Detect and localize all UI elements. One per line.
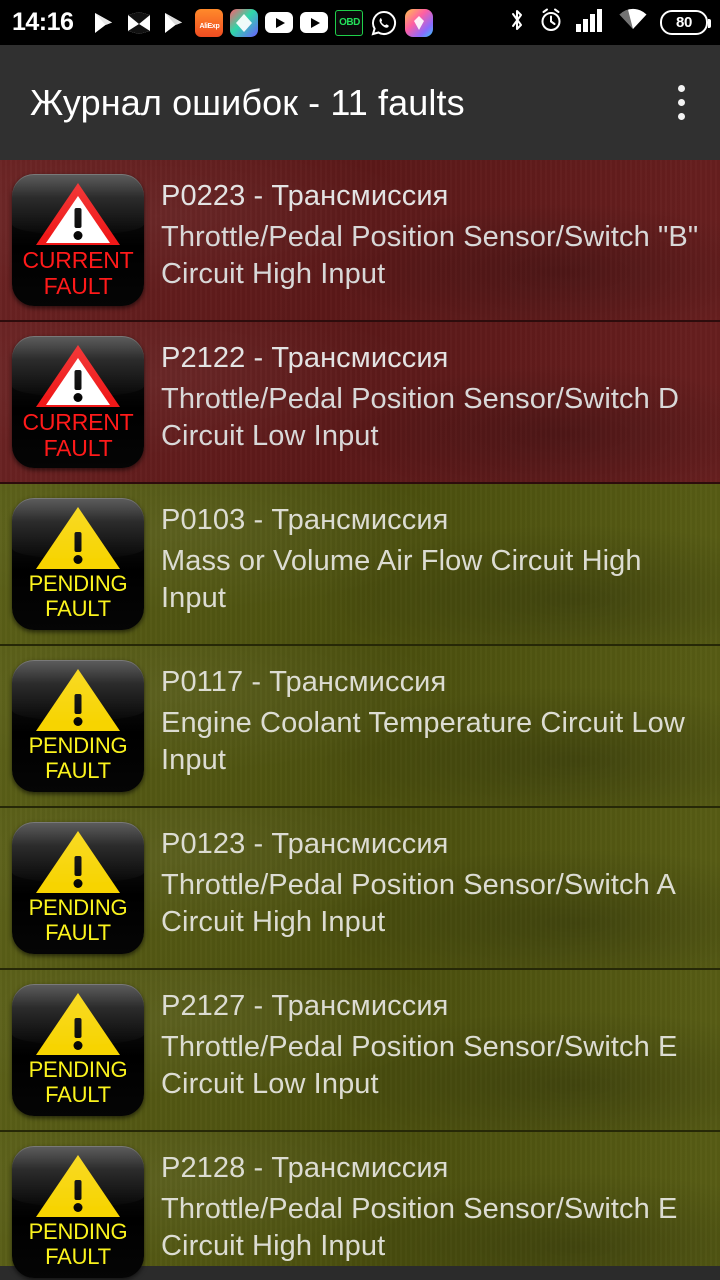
fault-text: P0117 - Трансмиссия Engine Coolant Temper… (144, 660, 706, 780)
badge-label-line1: PENDING (28, 733, 128, 758)
badge-label-line1: PENDING (28, 571, 128, 596)
pending-fault-badge: PENDING FAULT (12, 660, 144, 792)
fault-description: Throttle/Pedal Position Sensor/Switch A … (161, 868, 675, 939)
gmail-icon (125, 9, 153, 37)
exclamation-bar (74, 370, 82, 390)
exclamation-bar (74, 1018, 82, 1038)
fault-row[interactable]: PENDING FAULT P0117 - Трансмиссия Engine Co… (0, 646, 720, 808)
fault-description: Engine Coolant Temperature Circuit Low I… (161, 706, 685, 777)
status-clock: 14:16 (12, 8, 74, 36)
warning-triangle-icon (36, 831, 120, 893)
fault-code: P2122 - Трансмиссия (161, 342, 449, 374)
warning-triangle-icon (36, 1155, 120, 1217)
overflow-dot-2 (677, 99, 685, 106)
badge-label-line1: CURRENT (22, 247, 134, 273)
fault-code: P2127 - Трансмиссия (161, 990, 449, 1022)
fault-row[interactable]: CURRENT FAULT P0223 - Трансмиссия Throttle/… (0, 160, 720, 322)
status-bar-left: 14:16 AliExp OBD (12, 8, 434, 37)
phone-screen: 14:16 AliExp OBD 80 Журнал ошибок - 11 f… (0, 0, 720, 1280)
fault-description: Throttle/Pedal Position Sensor/Switch "B… (161, 220, 699, 291)
pending-fault-badge: PENDING FAULT (12, 498, 144, 630)
obd-icon: OBD (335, 9, 364, 36)
fault-description: Throttle/Pedal Position Sensor/Switch E … (161, 1030, 678, 1101)
overflow-dot-3 (677, 113, 685, 120)
exclamation-dot (73, 879, 83, 888)
play-store-icon-2 (160, 9, 188, 37)
app-bar: Журнал ошибок - 11 faults (0, 45, 720, 160)
battery-level: 80 (675, 14, 693, 31)
signal-icon (576, 8, 606, 37)
fault-row[interactable]: PENDING FAULT P0103 - Трансмиссия Mass or V… (0, 484, 720, 646)
fault-description: Throttle/Pedal Position Sensor/Switch E … (161, 1192, 678, 1263)
battery-icon: 80 (660, 10, 711, 35)
warning-triangle-icon (36, 345, 120, 407)
fault-text: P0123 - Трансмиссия Throttle/Pedal Positi… (144, 822, 706, 942)
overflow-dot-1 (677, 85, 685, 92)
badge-label-line2: FAULT (45, 1244, 111, 1270)
overflow-menu-icon[interactable] (664, 78, 698, 128)
fault-code: P0117 - Трансмиссия (161, 666, 447, 698)
fault-text: P0223 - Трансмиссия Throttle/Pedal Positi… (144, 174, 706, 294)
badge-label-line1: CURRENT (22, 409, 134, 435)
fault-list[interactable]: CURRENT FAULT P0223 - Трансмиссия Throttle/… (0, 160, 720, 1280)
exclamation-bar (74, 1180, 82, 1200)
badge-label-line1: PENDING (28, 1057, 128, 1082)
warning-triangle-icon (36, 183, 120, 245)
fault-description: Throttle/Pedal Position Sensor/Switch D … (161, 382, 680, 453)
badge-label-line2: FAULT (45, 920, 111, 946)
fault-text: P2127 - Трансмиссия Throttle/Pedal Positi… (144, 984, 706, 1104)
fault-description: Mass or Volume Air Flow Circuit High Inp… (161, 544, 642, 615)
wifi-icon (618, 8, 648, 37)
fault-row[interactable]: PENDING FAULT P0123 - Трансмиссия Throttle/… (0, 808, 720, 970)
fault-text: P2128 - Трансмиссия Throttle/Pedal Positi… (144, 1146, 706, 1266)
exclamation-dot (73, 717, 83, 726)
youtube-icon (265, 12, 294, 33)
exclamation-bar (74, 694, 82, 714)
exclamation-bar (74, 856, 82, 876)
current-fault-badge: CURRENT FAULT (12, 336, 144, 468)
pending-fault-badge: PENDING FAULT (12, 984, 144, 1116)
fault-row[interactable]: PENDING FAULT P2128 - Трансмиссия Throttle/… (0, 1132, 720, 1280)
badge-label-line2: FAULT (45, 758, 111, 784)
pending-fault-badge: PENDING FAULT (12, 822, 144, 954)
gallery-icon (405, 8, 434, 37)
fault-code: P0123 - Трансмиссия (161, 828, 449, 860)
warning-triangle-icon (36, 669, 120, 731)
badge-label-line2: FAULT (45, 596, 111, 622)
aliexpress-icon: AliExp (195, 8, 224, 37)
bluetooth-icon (508, 7, 526, 38)
status-bar-right: 80 (508, 7, 711, 38)
fault-row[interactable]: CURRENT FAULT P2122 - Трансмиссия Throttle/… (0, 322, 720, 484)
youtube-music-icon (300, 12, 329, 33)
fault-code: P0103 - Трансмиссия (161, 504, 449, 536)
fault-code: P0223 - Трансмиссия (161, 180, 449, 212)
badge-label-line2: FAULT (43, 435, 113, 462)
exclamation-dot (73, 1041, 83, 1050)
whatsapp-icon (370, 9, 398, 37)
page-title: Журнал ошибок - 11 faults (30, 81, 465, 123)
warning-triangle-icon (36, 507, 120, 569)
badge-label-line1: PENDING (28, 895, 128, 920)
exclamation-dot (73, 555, 83, 564)
warning-triangle-icon (36, 993, 120, 1055)
fault-code: P2128 - Трансмиссия (161, 1152, 449, 1184)
exclamation-dot (73, 1203, 83, 1212)
pending-fault-badge: PENDING FAULT (12, 1146, 144, 1278)
status-bar: 14:16 AliExp OBD 80 (0, 0, 720, 45)
fault-row[interactable]: PENDING FAULT P2127 - Трансмиссия Throttle/… (0, 970, 720, 1132)
exclamation-bar (74, 532, 82, 552)
play-store-icon (90, 9, 118, 37)
fault-text: P2122 - Трансмиссия Throttle/Pedal Positi… (144, 336, 706, 456)
badge-label-line2: FAULT (45, 1082, 111, 1108)
flow-icon (230, 8, 259, 37)
current-fault-badge: CURRENT FAULT (12, 174, 144, 306)
badge-label-line2: FAULT (43, 273, 113, 300)
exclamation-bar (74, 208, 82, 228)
badge-label-line1: PENDING (28, 1219, 128, 1244)
alarm-icon (538, 7, 564, 38)
exclamation-dot (73, 231, 83, 240)
exclamation-dot (73, 393, 83, 402)
fault-text: P0103 - Трансмиссия Mass or Volume Air Fl… (144, 498, 706, 618)
